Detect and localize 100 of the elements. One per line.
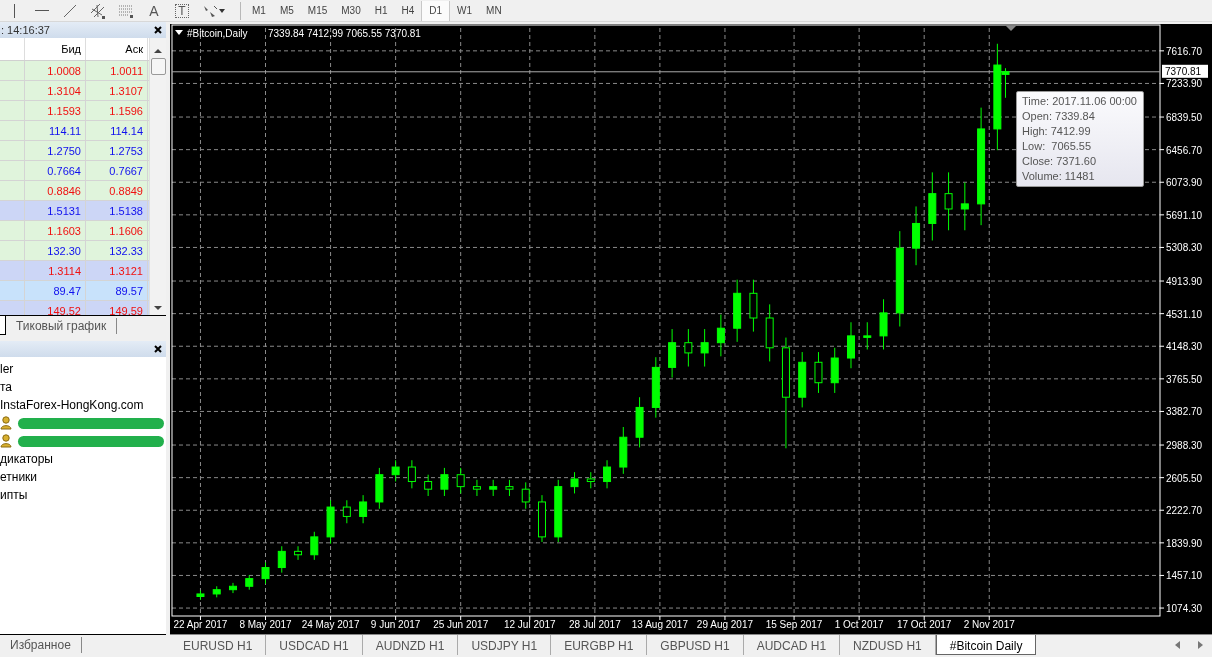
timeframe-button[interactable]: MN xyxy=(479,0,509,21)
chart-tab[interactable]: EURGBP H1 xyxy=(551,635,648,655)
candle xyxy=(245,574,254,591)
chart-tab[interactable]: AUDNZD H1 xyxy=(362,635,459,655)
quote-row[interactable]: 114.11 114.14 xyxy=(0,121,149,141)
tree-item[interactable]: дикаторы xyxy=(0,450,166,468)
tree-item[interactable]: ler xyxy=(0,360,166,378)
tab[interactable]: Избранное xyxy=(0,637,82,653)
candle xyxy=(212,585,221,598)
candle xyxy=(294,545,303,561)
ohlc-values: 7339.84 7412.99 7065.55 7370.81 xyxy=(268,28,421,39)
text-tool-button[interactable]: A xyxy=(140,0,168,21)
tab-edge[interactable] xyxy=(0,316,6,335)
candle xyxy=(749,279,758,333)
scroll-right-icon[interactable] xyxy=(1197,641,1204,649)
scroll-left-icon[interactable] xyxy=(1174,641,1181,649)
bid-price: 0.7664 xyxy=(25,161,86,180)
axis-label: 3765.50 xyxy=(1166,373,1203,385)
bid-price: 1.3114 xyxy=(25,261,86,280)
axis-label: 5308.30 xyxy=(1166,242,1203,254)
candle xyxy=(847,321,855,369)
axis-label: 1457.10 xyxy=(1166,570,1203,582)
timeframe-button[interactable]: W1 xyxy=(450,0,480,21)
candle xyxy=(716,314,725,357)
timeframe-button[interactable]: D1 xyxy=(421,0,451,21)
person-icon xyxy=(0,434,12,448)
chart-tab[interactable]: GBPUSD H1 xyxy=(647,635,744,655)
close-icon[interactable] xyxy=(154,345,162,353)
ask-price: 132.33 xyxy=(86,241,148,260)
timeframe-button[interactable]: H1 xyxy=(367,0,395,21)
quote-row[interactable]: 1.3104 1.3107 xyxy=(0,81,149,101)
quote-row[interactable]: 89.47 89.57 xyxy=(0,281,149,301)
ref-line-label: 7370.81 xyxy=(1165,66,1202,78)
column-header[interactable]: Аск xyxy=(86,38,148,60)
candle xyxy=(798,351,807,408)
timeframe-button[interactable]: M30 xyxy=(334,0,368,21)
caret-icon[interactable] xyxy=(175,30,183,35)
shift-marker-icon[interactable] xyxy=(1006,26,1016,31)
quote-row[interactable]: 1.5131 1.5138 xyxy=(0,201,149,221)
label-tool-button[interactable]: T xyxy=(168,0,196,21)
tree-item[interactable]: та xyxy=(0,378,166,396)
quote-row[interactable]: 1.0008 1.0011 xyxy=(0,61,149,81)
ask-price: 0.8849 xyxy=(86,181,148,200)
candle xyxy=(196,590,205,601)
quote-row[interactable]: 1.1593 1.1596 xyxy=(0,101,149,121)
axis-label: 7233.90 xyxy=(1166,78,1203,90)
tooltip-line: Low: 7065.55 xyxy=(1022,139,1093,154)
timeframe-button[interactable]: M15 xyxy=(300,0,335,21)
tooltip-line: Open: 7339.84 xyxy=(1022,109,1096,124)
timeframe-button[interactable]: H4 xyxy=(394,0,422,21)
scrollbar[interactable] xyxy=(149,38,166,315)
quote-row[interactable]: 132.30 132.33 xyxy=(0,241,149,261)
axis-label: 29 Aug 2017 xyxy=(696,619,754,630)
chart-tab[interactable]: #Bitcoin Daily xyxy=(935,635,1037,655)
bid-price: 1.3104 xyxy=(25,81,86,100)
timeframe-button[interactable]: M1 xyxy=(245,0,273,21)
scroll-down-icon[interactable] xyxy=(154,305,162,311)
quote-row[interactable]: 0.8846 0.8849 xyxy=(0,181,149,201)
axis-label: 12 Jul 2017 xyxy=(503,619,556,630)
candle xyxy=(326,499,335,545)
tooltip-line: High: 7412.99 xyxy=(1022,124,1092,139)
chart-tab[interactable]: USDJPY H1 xyxy=(458,635,552,655)
chart-tab[interactable]: AUDCAD H1 xyxy=(743,635,841,655)
tree-item[interactable]: ипты xyxy=(0,486,166,504)
quote-row[interactable]: 1.2750 1.2753 xyxy=(0,141,149,161)
tree-item[interactable]: етники xyxy=(0,468,166,486)
quote-row[interactable]: 0.7664 0.7667 xyxy=(0,161,149,181)
bid-price: 132.30 xyxy=(25,241,86,260)
ask-price: 1.5138 xyxy=(86,201,148,220)
bid-price: 89.47 xyxy=(25,281,86,300)
axis-label: 2988.30 xyxy=(1166,440,1203,452)
channel-icon xyxy=(90,2,106,19)
candle xyxy=(960,182,969,231)
candle xyxy=(668,328,677,379)
timeframe-button[interactable]: M5 xyxy=(272,0,301,21)
candle xyxy=(505,479,514,497)
chart-tab[interactable]: USDCAD H1 xyxy=(266,635,363,655)
quote-row[interactable]: 1.1603 1.1606 xyxy=(0,221,149,241)
tree-item[interactable]: InstaForex-HongKong.com xyxy=(0,396,166,414)
scroll-thumb[interactable] xyxy=(150,58,166,75)
candle xyxy=(489,479,498,497)
candle xyxy=(814,351,823,394)
axis-label: 24 May 2017 xyxy=(301,619,360,630)
close-icon[interactable] xyxy=(154,26,162,34)
tooltip-line: Volume: 11481 xyxy=(1022,169,1096,184)
chart-tab[interactable]: NZDUSD H1 xyxy=(840,635,936,655)
candle xyxy=(700,328,709,368)
candle xyxy=(342,499,351,524)
axis-label: 1 Oct 2017 xyxy=(834,619,884,630)
axis-label: 17 Oct 2017 xyxy=(896,619,952,630)
bid-price: 1.1603 xyxy=(25,221,86,240)
chart-tab[interactable]: EURUSD H1 xyxy=(170,635,267,655)
scroll-up-icon[interactable] xyxy=(154,48,162,54)
axis-label: 4913.90 xyxy=(1166,276,1203,288)
candle xyxy=(407,459,416,489)
candle xyxy=(554,479,563,543)
ask-price: 1.2753 xyxy=(86,141,148,160)
column-header[interactable]: Бид xyxy=(25,38,86,60)
axis-label: 22 Apr 2017 xyxy=(173,619,228,630)
bid-price: 0.8846 xyxy=(25,181,86,200)
